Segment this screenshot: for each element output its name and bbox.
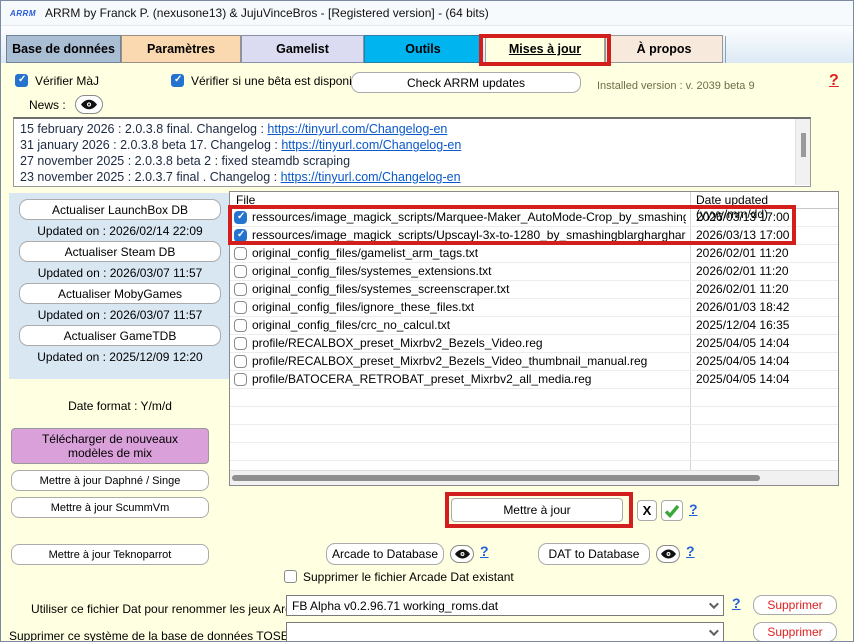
arrm-window: ARRM ARRM by Franck P. (nexusone13) & Ju… [0,0,854,642]
tab-outils[interactable]: Outils [364,35,482,63]
verify-beta-checkbox[interactable] [171,74,184,87]
table-row[interactable]: original_config_files/systemes_screenscr… [230,281,838,299]
table-row[interactable]: profile/RECALBOX_preset_Mixrbv2_Bezels_V… [230,335,838,353]
news-scrollbar-thumb[interactable] [801,133,806,157]
eye-icon [661,549,676,559]
table-row[interactable]: original_config_files/ignore_these_files… [230,299,838,317]
table-row[interactable]: original_config_files/systemes_extension… [230,263,838,281]
check-arrm-updates-button[interactable]: Check ARRM updates [351,72,581,93]
dat-preview-button[interactable] [656,545,680,563]
delete-arcade-dat-label: Supprimer le fichier Arcade Dat existant [303,570,514,584]
update-daphne-button[interactable]: Mettre à jour Daphné / Singe [11,470,209,491]
steam-updated-label: Updated on : 2026/03/07 11:57 [9,266,231,280]
check-icon [664,504,680,518]
actualiser-gametdb-button[interactable]: Actualiser GameTDB [19,325,221,346]
row-checkbox[interactable] [234,265,247,278]
mettre-a-jour-button[interactable]: Mettre à jour [451,498,623,522]
dat-rename-label: Utiliser ce fichier Dat pour renommer le… [31,602,279,616]
row-checkbox[interactable] [234,373,247,386]
table-row[interactable]: ressources/image_magick_scripts/Marquee-… [230,209,838,227]
delete-arcade-dat-checkbox[interactable] [284,570,297,583]
cancel-button[interactable]: X [637,500,657,521]
table-row[interactable]: original_config_files/gamelist_arm_tags.… [230,245,838,263]
news-changelog-link[interactable]: https://tinyurl.com/Changelog-en [281,170,461,184]
tab-gamelist[interactable]: Gamelist [241,35,364,63]
row-checkbox[interactable] [234,337,247,350]
empty-row [230,443,838,461]
news-line: 27 november 2025 : 2.0.3.8 beta 2 : fixe… [14,153,810,169]
launchbox-updated-label: Updated on : 2026/02/14 22:09 [9,224,231,238]
table-scrollbar-thumb[interactable] [232,475,760,481]
tab-parametres[interactable]: Paramètres [121,35,241,63]
table-row[interactable]: original_config_files/crc_no_calcul.txt2… [230,317,838,335]
chevron-down-icon [709,626,719,636]
empty-row [230,389,838,407]
tosec-delete-label: Supprimer ce système de la base de donné… [9,629,279,642]
arcade-to-database-button[interactable]: Arcade to Database [326,543,444,565]
eye-icon [455,549,470,559]
tab-base-de-donnees[interactable]: Base de données [6,35,121,63]
verify-beta-label: Vérifier si une bêta est disponible [191,74,368,88]
confirm-button[interactable] [661,500,683,521]
help-icon-dat-file[interactable]: ? [732,595,741,611]
gametdb-updated-label: Updated on : 2025/12/09 12:20 [9,350,231,364]
dat-file-dropdown[interactable]: FB Alpha v0.2.96.71 working_roms.dat [286,595,724,616]
row-checkbox[interactable] [234,283,247,296]
column-header-file: File [236,193,255,207]
table-row[interactable]: profile/BATOCERA_RETROBAT_preset_Mixrbv2… [230,371,838,389]
arcade-preview-button[interactable] [450,545,474,563]
app-icon: ARRM [10,9,36,18]
installed-version-text: Installed version : v. 2039 beta 9 [597,80,755,92]
news-line: 23 november 2025 : 2.0.3.7 final . Chang… [14,169,810,185]
supprimer-dat-button[interactable]: Supprimer [753,595,837,615]
row-checkbox[interactable] [234,319,247,332]
row-checkbox[interactable] [234,229,247,242]
news-changelog-link[interactable]: https://tinyurl.com/Changelog-en [281,138,461,152]
tosec-system-dropdown[interactable] [286,622,724,642]
news-changelog-link[interactable]: https://tinyurl.com/Changelog-en [267,122,447,136]
tab-a-propos[interactable]: À propos [605,35,723,63]
title-bar: ARRM ARRM by Franck P. (nexusone13) & Ju… [1,1,854,26]
eye-icon [81,99,97,110]
verify-maj-checkbox[interactable] [15,74,28,87]
verify-maj-label: Vérifier MàJ [35,74,99,88]
table-row[interactable]: profile/RECALBOX_preset_Mixrbv2_Bezels_V… [230,353,838,371]
actualiser-mobygames-button[interactable]: Actualiser MobyGames [19,283,221,304]
empty-row [230,425,838,443]
tab-separator [725,36,726,63]
row-checkbox[interactable] [234,355,247,368]
help-icon-dat[interactable]: ? [686,543,695,559]
news-eye-button[interactable] [75,95,103,114]
dat-to-database-button[interactable]: DAT to Database [538,543,650,565]
download-mix-models-button[interactable]: Télécharger de nouveaux modèles de mix [11,428,209,464]
table-horizontal-scrollbar[interactable] [230,470,838,485]
window-title: ARRM by Franck P. (nexusone13) & JujuVin… [45,6,489,20]
actualiser-steam-button[interactable]: Actualiser Steam DB [19,241,221,262]
update-files-table[interactable]: File Date updated (yyyy/mm/dd) ressource… [229,191,839,486]
tab-strip: Base de données Paramètres Gamelist Outi… [1,26,854,63]
news-textbox[interactable]: 15 february 2026 : 2.0.3.8 final. Change… [13,117,811,187]
supprimer-tosec-button[interactable]: Supprimer [753,622,837,642]
update-teknoparrot-button[interactable]: Mettre à jour Teknoparrot [11,544,209,565]
table-row[interactable]: ressources/image_magick_scripts/Upscayl-… [230,227,838,245]
actualiser-launchbox-button[interactable]: Actualiser LaunchBox DB [19,199,221,220]
empty-row [230,407,838,425]
mobygames-updated-label: Updated on : 2026/03/07 11:57 [9,308,231,322]
help-icon-arcade[interactable]: ? [480,543,489,559]
update-scummvm-button[interactable]: Mettre à jour ScummVm [11,497,209,518]
date-format-label: Date format : Y/m/d [9,399,231,413]
tab-mises-a-jour[interactable]: Mises à jour [485,35,605,63]
row-checkbox[interactable] [234,247,247,260]
chevron-down-icon [709,599,719,609]
news-line: 15 february 2026 : 2.0.3.8 final. Change… [14,119,810,137]
row-checkbox[interactable] [234,211,247,224]
row-checkbox[interactable] [234,301,247,314]
news-line: 31 january 2026 : 2.0.3.8 beta 17. Chang… [14,137,810,153]
help-icon-update[interactable]: ? [689,501,698,517]
news-label: News : [29,98,66,112]
news-scrollbar[interactable] [795,119,810,185]
table-header: File Date updated (yyyy/mm/dd) [230,192,838,209]
help-icon-updates[interactable]: ? [829,72,839,90]
